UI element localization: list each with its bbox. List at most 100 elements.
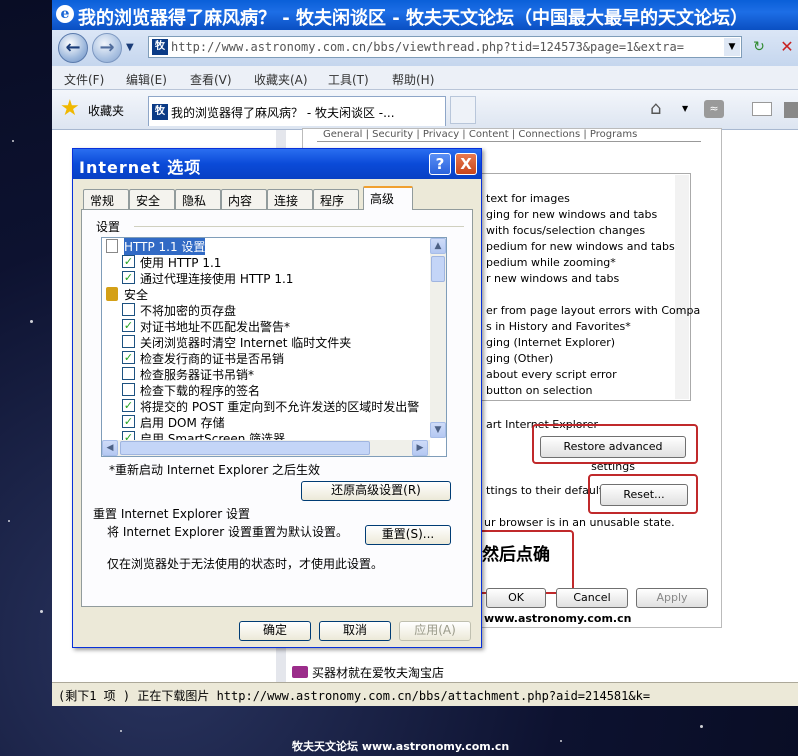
restart-note: *重新启动 Internet Explorer 之后生效 [109,463,321,477]
tree-row[interactable]: 检查下载的程序的签名 [102,382,422,398]
embedded-line: button on selection [486,384,593,397]
checkbox[interactable] [122,303,135,316]
tab-privacy[interactable]: 隐私 [175,189,221,209]
star [700,725,703,728]
checkbox-label: 使用 HTTP 1.1 [140,256,222,270]
menu-view[interactable]: 查看(V) [190,71,232,88]
page-icon [106,239,118,253]
scroll-down-icon[interactable]: ▼ [430,422,446,438]
callout-text: 然后点确 [482,545,550,565]
checkbox[interactable]: ✓ [122,255,135,268]
ie-logo-icon: e [56,5,74,23]
stop-icon[interactable]: ✕ [776,36,798,58]
tree-row[interactable]: HTTP 1.1 设置 [102,238,422,255]
rss-icon[interactable]: ≈ [704,100,724,118]
favorites-star-icon[interactable]: ★ [60,96,80,121]
home-dropdown-icon[interactable]: ▼ [682,104,688,113]
cancel-button[interactable]: 取消 [319,621,391,641]
reset-group-label: 重置 Internet Explorer 设置 [93,507,251,521]
tab-title: 我的浏览器得了麻风病？ - 牧夫闲谈区 -... [171,106,395,120]
tree-row[interactable]: ✓ 将提交的 POST 重定向到不允许发送的区域时发出警 [102,398,422,414]
tree-row[interactable]: 不将加密的页存盘 [102,302,422,318]
tab-security[interactable]: 安全 [129,189,175,209]
address-bar: ← → ▼ 牧 http://www.astronomy.com.cn/bbs/… [52,30,798,66]
favorites-label[interactable]: 收藏夹 [88,102,124,119]
tree-row[interactable]: ✓ 启用 DOM 存储 [102,414,422,430]
checkbox-label: 对证书地址不匹配发出警告* [140,320,291,334]
menu-tools[interactable]: 工具(T) [328,71,369,88]
menu-file[interactable]: 文件(F) [64,71,104,88]
help-button[interactable]: ? [429,153,451,175]
tab-advanced[interactable]: 高级 [363,186,413,210]
tab-connections[interactable]: 连接 [267,189,313,209]
embedded-reset-text: ttings to their default [486,484,604,497]
embedded-ok-button[interactable]: OK [486,588,546,608]
horizontal-scrollbar[interactable]: ◀ ▶ [102,440,430,456]
vertical-scrollbar[interactable]: ▲ ▼ [430,238,446,438]
tree-group-label: HTTP 1.1 设置 [124,238,206,255]
url-input[interactable]: 牧 http://www.astronomy.com.cn/bbs/viewth… [148,36,742,58]
home-icon[interactable]: ⌂ [650,98,661,119]
embedded-cancel-button[interactable]: Cancel [556,588,628,608]
checkbox[interactable]: ✓ [122,271,135,284]
menu-edit[interactable]: 编辑(E) [126,71,167,88]
ok-button[interactable]: 确定 [239,621,311,641]
new-tab-button[interactable] [450,96,476,124]
checkbox[interactable] [122,367,135,380]
star [560,740,562,742]
checkbox[interactable]: ✓ [122,415,135,428]
tree-row[interactable]: 关闭浏览器时清空 Internet 临时文件夹 [102,334,422,350]
checkbox[interactable]: ✓ [122,351,135,364]
tree-row[interactable]: ✓ 使用 HTTP 1.1 [102,254,422,270]
tab-general[interactable]: 常规 [83,189,129,209]
embedded-site: www.astronomy.com.cn [484,612,632,625]
tab-current[interactable]: 牧 我的浏览器得了麻风病？ - 牧夫闲谈区 -... [148,96,446,126]
embedded-line: s in History and Favorites* [486,320,631,333]
url-dropdown-icon[interactable]: ▼ [724,38,740,56]
refresh-icon[interactable]: ↻ [748,36,770,58]
checkbox-label: 检查下载的程序的签名 [140,384,261,398]
tree-row[interactable]: ✓ 检查发行商的证书是否吊销 [102,350,422,366]
forward-button[interactable]: → [92,33,122,63]
apply-button[interactable]: 应用(A) [399,621,471,641]
tree-row[interactable]: ✓ 通过代理连接使用 HTTP 1.1 [102,270,422,286]
scroll-left-icon[interactable]: ◀ [102,440,118,456]
checkbox-label: 启用 DOM 存储 [140,416,225,430]
mail-icon[interactable] [752,102,772,116]
embedded-line: ging (Internet Explorer) [486,336,616,349]
status-text: (剩下1 项 ) 正在下载图片 http://www.astronomy.com… [58,689,651,703]
checkbox[interactable] [122,383,135,396]
taobao-icon [292,666,308,678]
hscroll-thumb[interactable] [120,441,370,455]
ad-text[interactable]: 买器材就在爱牧夫淘宝店 [312,664,444,681]
scroll-up-icon[interactable]: ▲ [430,238,446,254]
back-button[interactable]: ← [58,33,88,63]
tree-row[interactable]: 检查服务器证书吊销* [102,366,422,382]
settings-divider [134,226,464,227]
scroll-thumb[interactable] [431,256,445,282]
menu-favorites[interactable]: 收藏夹(A) [254,71,308,88]
tree-row[interactable]: ✓ 对证书地址不匹配发出警告* [102,318,422,334]
history-dropdown-icon[interactable]: ▼ [126,42,134,53]
checkbox-label: 不将加密的页存盘 [140,304,237,318]
reset-button[interactable]: 重置(S)... [365,525,451,545]
print-icon[interactable] [784,102,798,118]
tree-row[interactable]: 安全 [102,286,422,302]
embedded-apply-button[interactable]: Apply [636,588,708,608]
embedded-line: text for images [486,192,570,205]
embedded-line: pedium while zooming* [486,256,616,269]
scroll-right-icon[interactable]: ▶ [412,440,428,456]
restore-advanced-button[interactable]: 还原高级设置(R) [301,481,451,501]
embedded-line: pedium for new windows and tabs [486,240,675,253]
checkbox[interactable] [122,335,135,348]
tab-favicon-icon: 牧 [152,104,168,120]
settings-tree[interactable]: HTTP 1.1 设置 ✓ 使用 HTTP 1.1 ✓ 通过代理连接使用 HTTP 1.… [101,237,447,457]
checkbox-label: 将提交的 POST 重定向到不允许发送的区域时发出警 [140,400,420,414]
checkbox-label: 关闭浏览器时清空 Internet 临时文件夹 [140,336,352,350]
checkbox[interactable]: ✓ [122,319,135,332]
close-button[interactable]: X [455,153,477,175]
tab-content[interactable]: 内容 [221,189,267,209]
tab-programs[interactable]: 程序 [313,189,359,209]
menu-help[interactable]: 帮助(H) [392,71,434,88]
checkbox[interactable]: ✓ [122,399,135,412]
